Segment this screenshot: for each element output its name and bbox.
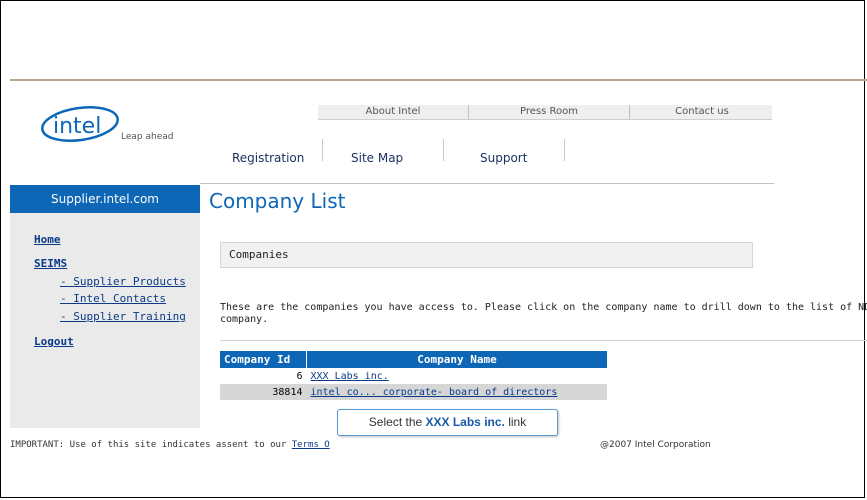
svg-text:intel: intel: [53, 114, 101, 139]
company-link-intel-corporate[interactable]: intel co... corporate- board of director…: [311, 387, 558, 398]
svg-text:Leap ahead: Leap ahead: [121, 132, 173, 142]
sidebar-header: Supplier.intel.com: [10, 185, 200, 213]
company-name-cell: intel co... corporate- board of director…: [306, 384, 607, 400]
nav-registration[interactable]: Registration: [232, 151, 304, 165]
company-table: Company Id Company Name 6 XXX Labs inc. …: [220, 351, 607, 400]
footer-important-text: IMPORTANT: Use of this site indicates as…: [10, 440, 292, 450]
table-row: 6 XXX Labs inc.: [220, 368, 607, 384]
column-header-company-id[interactable]: Company Id: [220, 351, 307, 368]
content-divider: [220, 340, 867, 341]
sidebar-link-seims[interactable]: SEIMS: [34, 257, 67, 270]
terms-link[interactable]: Terms O: [292, 440, 330, 450]
table-row: 38814 intel co... corporate- board of di…: [220, 384, 607, 400]
nav-support[interactable]: Support: [480, 151, 527, 165]
nav-separator: [564, 139, 565, 161]
intro-text: These are the companies you have access …: [220, 302, 867, 326]
company-link-xxx-labs[interactable]: XXX Labs inc.: [311, 371, 389, 382]
press-room-link[interactable]: Press Room: [469, 105, 630, 119]
utility-nav: About Intel Press Room Contact us: [318, 105, 772, 120]
footer-disclaimer: IMPORTANT: Use of this site indicates as…: [10, 440, 330, 450]
page: intel Leap ahead About Intel Press Room …: [10, 81, 867, 498]
nav-underline: [200, 183, 774, 184]
table-header-row: Company Id Company Name: [220, 351, 607, 368]
instruction-tooltip: Select the XXX Labs inc. link: [337, 409, 558, 436]
copyright-text: @2007 Intel Corporation: [600, 440, 711, 450]
intel-logo[interactable]: intel Leap ahead: [35, 105, 185, 142]
sidebar-link-logout[interactable]: Logout: [34, 335, 74, 348]
sidebar-link-supplier-products[interactable]: - Supplier Products: [60, 275, 186, 288]
company-name-cell: XXX Labs inc.: [306, 368, 607, 384]
intro-line-2: company.: [220, 314, 269, 325]
company-id-cell: 38814: [220, 384, 307, 400]
nav-separator: [322, 139, 323, 161]
page-title: Company List: [209, 189, 346, 213]
sidebar-link-home[interactable]: Home: [34, 233, 61, 246]
nav-separator: [443, 139, 444, 161]
tooltip-highlight: XXX Labs inc.: [425, 415, 505, 429]
tooltip-suffix: link: [504, 415, 527, 429]
contact-us-link[interactable]: Contact us: [630, 105, 774, 119]
intro-line-1: These are the companies you have access …: [220, 302, 867, 313]
tooltip-prefix: Select the: [368, 415, 426, 429]
nav-site-map[interactable]: Site Map: [351, 151, 403, 165]
company-id-cell: 6: [220, 368, 307, 384]
column-header-company-name[interactable]: Company Name: [306, 351, 607, 368]
about-intel-link[interactable]: About Intel: [318, 105, 469, 119]
sidebar-link-supplier-training[interactable]: - Supplier Training: [60, 310, 186, 323]
companies-section-header: Companies: [220, 242, 753, 268]
sidebar-link-intel-contacts[interactable]: - Intel Contacts: [60, 292, 166, 305]
sidebar: Supplier.intel.com Home SEIMS - Supplier…: [10, 185, 200, 428]
